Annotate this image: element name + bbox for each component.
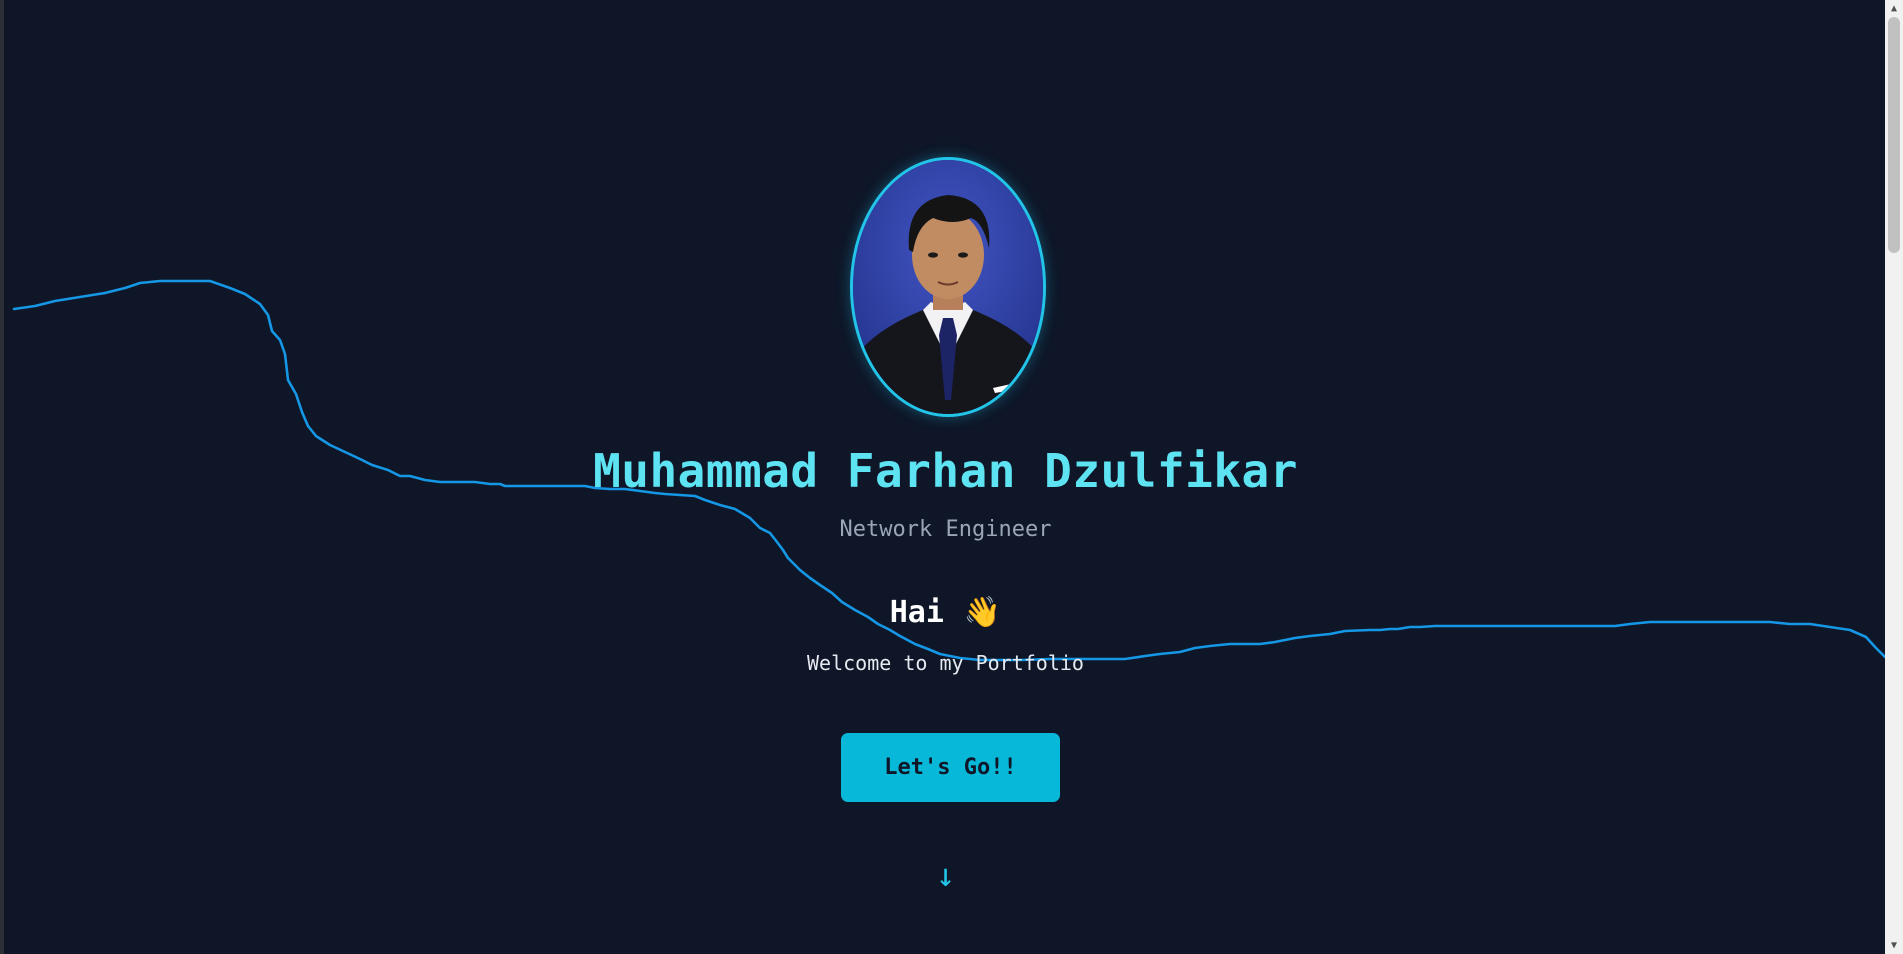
profile-name: Muhammad Farhan Dzulfikar bbox=[593, 444, 1298, 498]
lets-go-button[interactable]: Let's Go!! bbox=[841, 733, 1060, 802]
portfolio-page: Muhammad Farhan Dzulfikar Network Engine… bbox=[0, 0, 1903, 954]
waving-hand-icon: 👋 bbox=[963, 595, 1002, 630]
scroll-up-icon[interactable]: ▲ bbox=[1885, 0, 1903, 17]
welcome-text: Welcome to my Portfolio bbox=[807, 651, 1084, 675]
scroll-down-arrow-icon[interactable]: ↓ bbox=[4, 856, 1887, 894]
hero-section: Muhammad Farhan Dzulfikar Network Engine… bbox=[4, 0, 1887, 954]
profile-role: Network Engineer bbox=[839, 517, 1052, 542]
greeting-text: Hai bbox=[889, 595, 944, 630]
profile-avatar bbox=[850, 157, 1046, 417]
greeting-heading: Hai 👋 bbox=[4, 595, 1887, 630]
scroll-down-icon[interactable]: ▼ bbox=[1885, 937, 1903, 954]
vertical-scrollbar[interactable]: ▲ ▼ bbox=[1885, 0, 1903, 954]
profile-photo bbox=[853, 160, 1043, 414]
scrollbar-thumb[interactable] bbox=[1888, 17, 1900, 253]
